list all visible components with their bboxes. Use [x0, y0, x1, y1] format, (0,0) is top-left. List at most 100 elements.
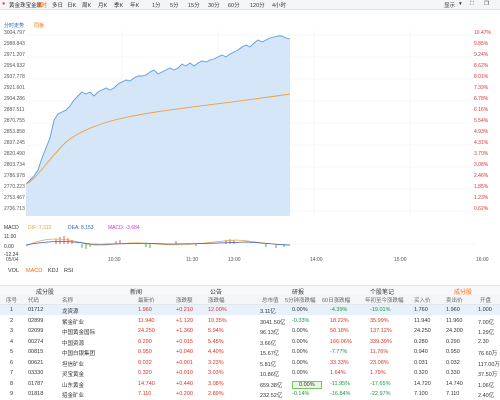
cell-code[interactable]: 00274 [28, 339, 43, 345]
col-open[interactable]: 开盘 [480, 296, 491, 304]
chevron-down-icon[interactable]: ▾ [459, 1, 462, 7]
table-row[interactable]: 5 00815 中国白银集团 0.950 +0.040 4.40% 15.67亿 0.00% -… [0, 347, 500, 357]
cell-m5: 0.00% [292, 307, 308, 313]
cell-bid: 0.031 [414, 359, 428, 366]
y-right-tick: 5.54% [474, 118, 489, 124]
table-row[interactable]: 9 01818 招金矿业 7.110 +0.200 2.89% 232.52亿 -0.14% -… [0, 389, 500, 399]
cell-bid: 0.280 [414, 338, 428, 345]
cell-code[interactable]: 00621 [28, 360, 43, 366]
settings-label[interactable]: 显示 [444, 1, 455, 9]
tab-period-6[interactable]: 年K [130, 1, 139, 9]
cell-code[interactable]: 01787 [28, 381, 43, 387]
cell-ytd: 11.76% [370, 349, 389, 355]
date-label: 05/04 [6, 257, 19, 263]
cell-code[interactable]: 02899 [28, 318, 43, 324]
col-bid[interactable]: 买入价 [414, 296, 431, 304]
cell-name[interactable]: 中国白银集团 [62, 349, 95, 357]
cell-code[interactable]: 01712 [28, 307, 43, 313]
cell-pct: 12.00% [208, 307, 227, 313]
table-header: 序号 代码 名称 最新价 涨跌额 涨跌幅 总市值 5分钟涨跌幅 60日涨跌幅 年… [0, 295, 500, 305]
cell-open: 2.30 [478, 338, 489, 345]
cell-name[interactable]: 灵宝黄金 [62, 370, 84, 378]
col-change-pct[interactable]: 涨跌幅 [208, 296, 225, 304]
cell-code[interactable]: 03330 [28, 370, 43, 376]
tab-period-7[interactable]: 1分 [152, 1, 161, 9]
tab-rsi[interactable]: RSI [64, 268, 73, 274]
table-row[interactable]: 8 01787 山东黄金 14.740 +0.440 3.08% 659.38亿 0.00% -… [0, 379, 500, 389]
cell-name[interactable]: 山东黄金 [62, 381, 84, 389]
cell-d60: 166.06% [330, 338, 352, 345]
tab-macd[interactable]: MACD [26, 268, 42, 274]
tab-period-11[interactable]: 60分 [228, 1, 240, 9]
cell-n: 4 [10, 338, 14, 345]
tab-period-4[interactable]: 月K [98, 1, 107, 9]
cell-name[interactable]: 龙资源 [62, 307, 79, 315]
fullscreen-icon[interactable]: ⛶ [470, 1, 474, 8]
tab-period-10[interactable]: 30分 [208, 1, 220, 9]
cell-m5: -0.14% [292, 391, 310, 397]
cell-ask: 14.740 [446, 380, 463, 387]
tab-period-9[interactable]: 15分 [188, 1, 200, 9]
cell-price: 24.250 [138, 328, 155, 334]
col-name[interactable]: 名称 [62, 296, 73, 304]
cell-name[interactable]: 中国资源 [62, 339, 84, 347]
cell-cap: 232.52亿 [260, 393, 283, 399]
chart-mode-label[interactable]: 分时走势 [4, 22, 24, 29]
col-market-cap[interactable]: 总市值 [262, 296, 279, 304]
y-right-tick: 0.62% [474, 206, 489, 212]
cell-name[interactable]: 坦信矿业 [62, 360, 84, 368]
cell-chg: +0.001 [176, 359, 193, 366]
cell-code[interactable]: 00815 [28, 349, 43, 355]
cell-bid: 7.100 [414, 391, 428, 397]
cell-name[interactable]: 招金矿业 [62, 391, 84, 399]
cell-cap: 15.67亿 [260, 351, 280, 357]
col-code[interactable]: 代码 [28, 296, 39, 304]
cell-ytd: -22.97% [370, 391, 391, 397]
table-row[interactable]: 4 00274 中国资源 0.290 +0.015 5.45% 3.66亿 0.00% 166.… [0, 337, 500, 347]
tab-kdj[interactable]: KDJ [48, 268, 58, 274]
cell-ask: 0.290 [446, 338, 460, 345]
table-row[interactable]: 1 01712 龙资源 1.960 +0.210 12.00% 3.11亿 0.00% -4.3… [0, 305, 500, 315]
cell-ask: 24.300 [446, 328, 463, 334]
tab-period-3[interactable]: 周K [82, 1, 91, 9]
tab-period-13[interactable]: 4小时 [272, 1, 286, 9]
col-change[interactable]: 涨跌额 [176, 296, 193, 304]
cell-m5: 0.00% [292, 328, 308, 334]
cell-ask: 0.330 [446, 370, 460, 376]
time-tick: 16:00 [476, 257, 489, 263]
cell-chg: +0.010 [176, 370, 193, 376]
col-price[interactable]: 最新价 [138, 296, 155, 304]
table-row[interactable]: 3 02099 中国黄金国际 24.250 +1.360 5.94% 96.13亿 0.00%… [0, 326, 500, 336]
cell-code[interactable]: 02099 [28, 328, 43, 334]
table-row[interactable]: 6 00621 坦信矿业 0.032 +0.001 3.23% 5.81亿 0.00% 33.3… [0, 358, 500, 368]
cell-name[interactable]: 中国黄金国际 [62, 328, 95, 336]
macd-value: MACD: -3.684 [108, 225, 140, 231]
tab-vol[interactable]: VOL [8, 268, 19, 274]
tab-period-8[interactable]: 5分 [170, 1, 179, 9]
cell-ytd: 339.39% [370, 338, 392, 345]
tab-period-12[interactable]: 120分 [250, 1, 265, 9]
col-ytd-pct[interactable]: 年初至今涨跌幅 [365, 296, 404, 304]
cell-ytd: 1.79% [370, 370, 386, 376]
dif-value: DIF: 7.312 [28, 225, 52, 231]
cell-code[interactable]: 01818 [28, 391, 43, 397]
table-row[interactable]: 7 03330 灵宝黄金 0.320 +0.010 3.03% 10.86亿 0.00% 1.6… [0, 368, 500, 378]
col-60d-pct[interactable]: 60日涨跌幅 [322, 296, 350, 304]
restore-icon[interactable]: ❐ [484, 1, 489, 7]
time-tick: 15:00 [394, 257, 407, 263]
tab-period-0[interactable]: 分时 [36, 1, 47, 9]
tab-period-1[interactable]: 多日 [52, 1, 63, 9]
tab-same-board[interactable]: 同板 [34, 22, 44, 29]
cell-ytd: 35.99% [370, 317, 389, 324]
tab-period-2[interactable]: 日K [67, 1, 76, 9]
table-row[interactable]: 2 02899 紫金矿业 11.940 +1.120 10.35% 3041.50亿 -0.3… [0, 316, 500, 326]
cell-name[interactable]: 紫金矿业 [62, 318, 84, 326]
col-5min-pct[interactable]: 5分钟涨跌幅 [285, 296, 316, 304]
cell-pct: 2.89% [208, 391, 224, 397]
col-ask[interactable]: 卖出价 [446, 296, 463, 304]
tab-period-5[interactable]: 季K [114, 1, 123, 9]
cell-m5: 0.00% [292, 338, 308, 345]
y-right-tick: 8.01% [474, 74, 489, 80]
cell-d60: 50.18% [330, 328, 349, 334]
cell-ytd: -17.65% [370, 380, 391, 387]
